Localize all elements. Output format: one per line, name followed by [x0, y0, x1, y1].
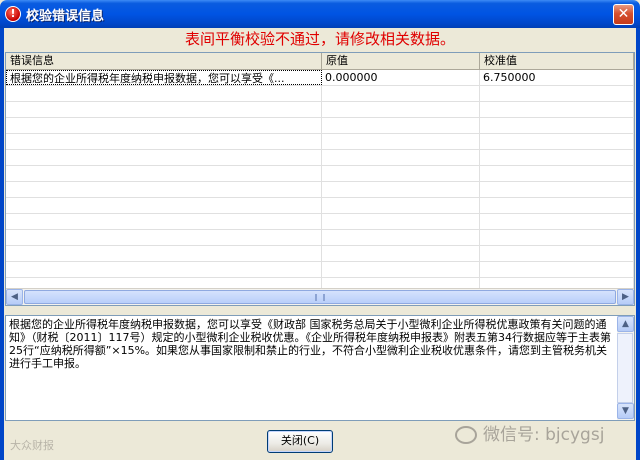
table-row-empty: [6, 134, 634, 150]
horizontal-scrollbar[interactable]: ◀ ▶: [6, 288, 634, 305]
cell-error-message: 根据您的企业所得税年度纳税申报数据，您可以享受《...: [6, 70, 322, 85]
detail-textbox[interactable]: 根据您的企业所得税年度纳税申报数据，您可以享受《财政部 国家税务总局关于小型微利…: [5, 315, 635, 421]
error-icon: !: [5, 6, 21, 22]
table-row[interactable]: 根据您的企业所得税年度纳税申报数据，您可以享受《... 0.000000 6.7…: [6, 70, 634, 86]
title-bar: ! 校验错误信息 ✕: [0, 0, 640, 28]
table-row-empty: [6, 246, 634, 262]
cell-original-value: 0.000000: [322, 70, 480, 85]
window-close-button[interactable]: ✕: [613, 4, 634, 25]
table-row-empty: [6, 198, 634, 214]
scroll-grip-icon: [315, 294, 325, 301]
table-row-empty: [6, 262, 634, 278]
table-row-empty: [6, 118, 634, 134]
table-row-empty: [6, 214, 634, 230]
watermark-right: 微信号: bjcygsj: [455, 420, 604, 445]
vertical-scrollbar[interactable]: ▲ ▼: [617, 316, 634, 420]
table-row-empty: [6, 150, 634, 166]
validation-headline: 表间平衡校验不通过，请修改相关数据。: [184, 30, 455, 48]
watermark-right-text: 微信号: bjcygsj: [483, 425, 605, 445]
table-header: 错误信息 原值 校准值: [6, 53, 634, 70]
table-row-empty: [6, 182, 634, 198]
error-table: 错误信息 原值 校准值 根据您的企业所得税年度纳税申报数据，您可以享受《... …: [5, 52, 635, 306]
horizontal-scroll-thumb[interactable]: [24, 290, 616, 304]
column-header-original[interactable]: 原值: [322, 53, 480, 69]
close-button[interactable]: 关闭(C): [267, 430, 333, 453]
column-header-error[interactable]: 错误信息: [6, 53, 322, 69]
watermark-left: 大众财报: [10, 439, 54, 452]
table-row-empty: [6, 166, 634, 182]
scroll-right-button[interactable]: ▶: [617, 289, 634, 305]
wechat-icon: [455, 426, 477, 444]
window-frame-left: [0, 28, 4, 460]
vertical-scroll-track[interactable]: [617, 333, 633, 403]
scroll-down-button[interactable]: ▼: [617, 403, 634, 419]
window-title: 校验错误信息: [26, 9, 105, 24]
table-row-empty: [6, 86, 634, 102]
column-header-corrected[interactable]: 校准值: [480, 53, 634, 69]
detail-message: 根据您的企业所得税年度纳税申报数据，您可以享受《财政部 国家税务总局关于小型微利…: [9, 318, 611, 370]
table-row-empty: [6, 102, 634, 118]
cell-corrected-value: 6.750000: [480, 70, 634, 85]
window-frame-right: [636, 28, 640, 460]
scroll-left-button[interactable]: ◀: [6, 289, 23, 305]
scroll-up-button[interactable]: ▲: [617, 316, 634, 332]
table-row-empty: [6, 230, 634, 246]
